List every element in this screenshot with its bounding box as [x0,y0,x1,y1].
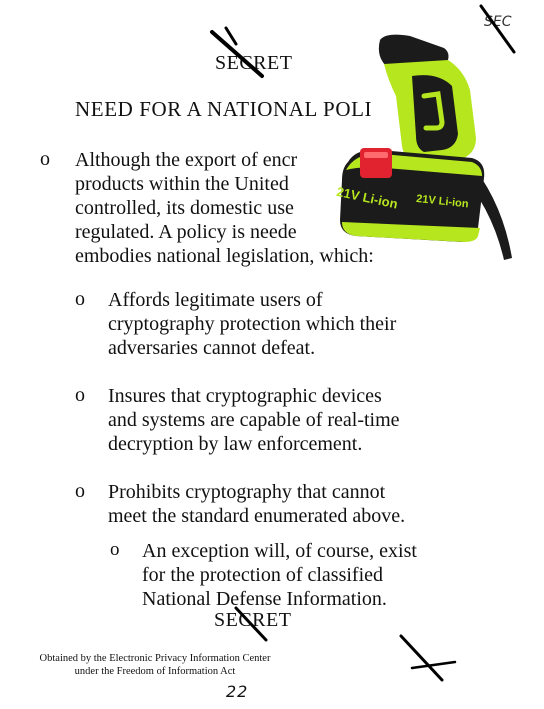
drill-handle [412,75,458,152]
battery-button-highlight [364,152,388,158]
strike-mark-top-tick [224,26,238,46]
strike-mark-top [210,30,264,78]
cordless-drill-image: 21V Li-ion 21V Li-ion [335,34,512,260]
strike-mark-bottom [234,606,268,642]
x-mark-stroke-1 [399,634,444,682]
x-mark-stroke-2 [410,660,457,670]
